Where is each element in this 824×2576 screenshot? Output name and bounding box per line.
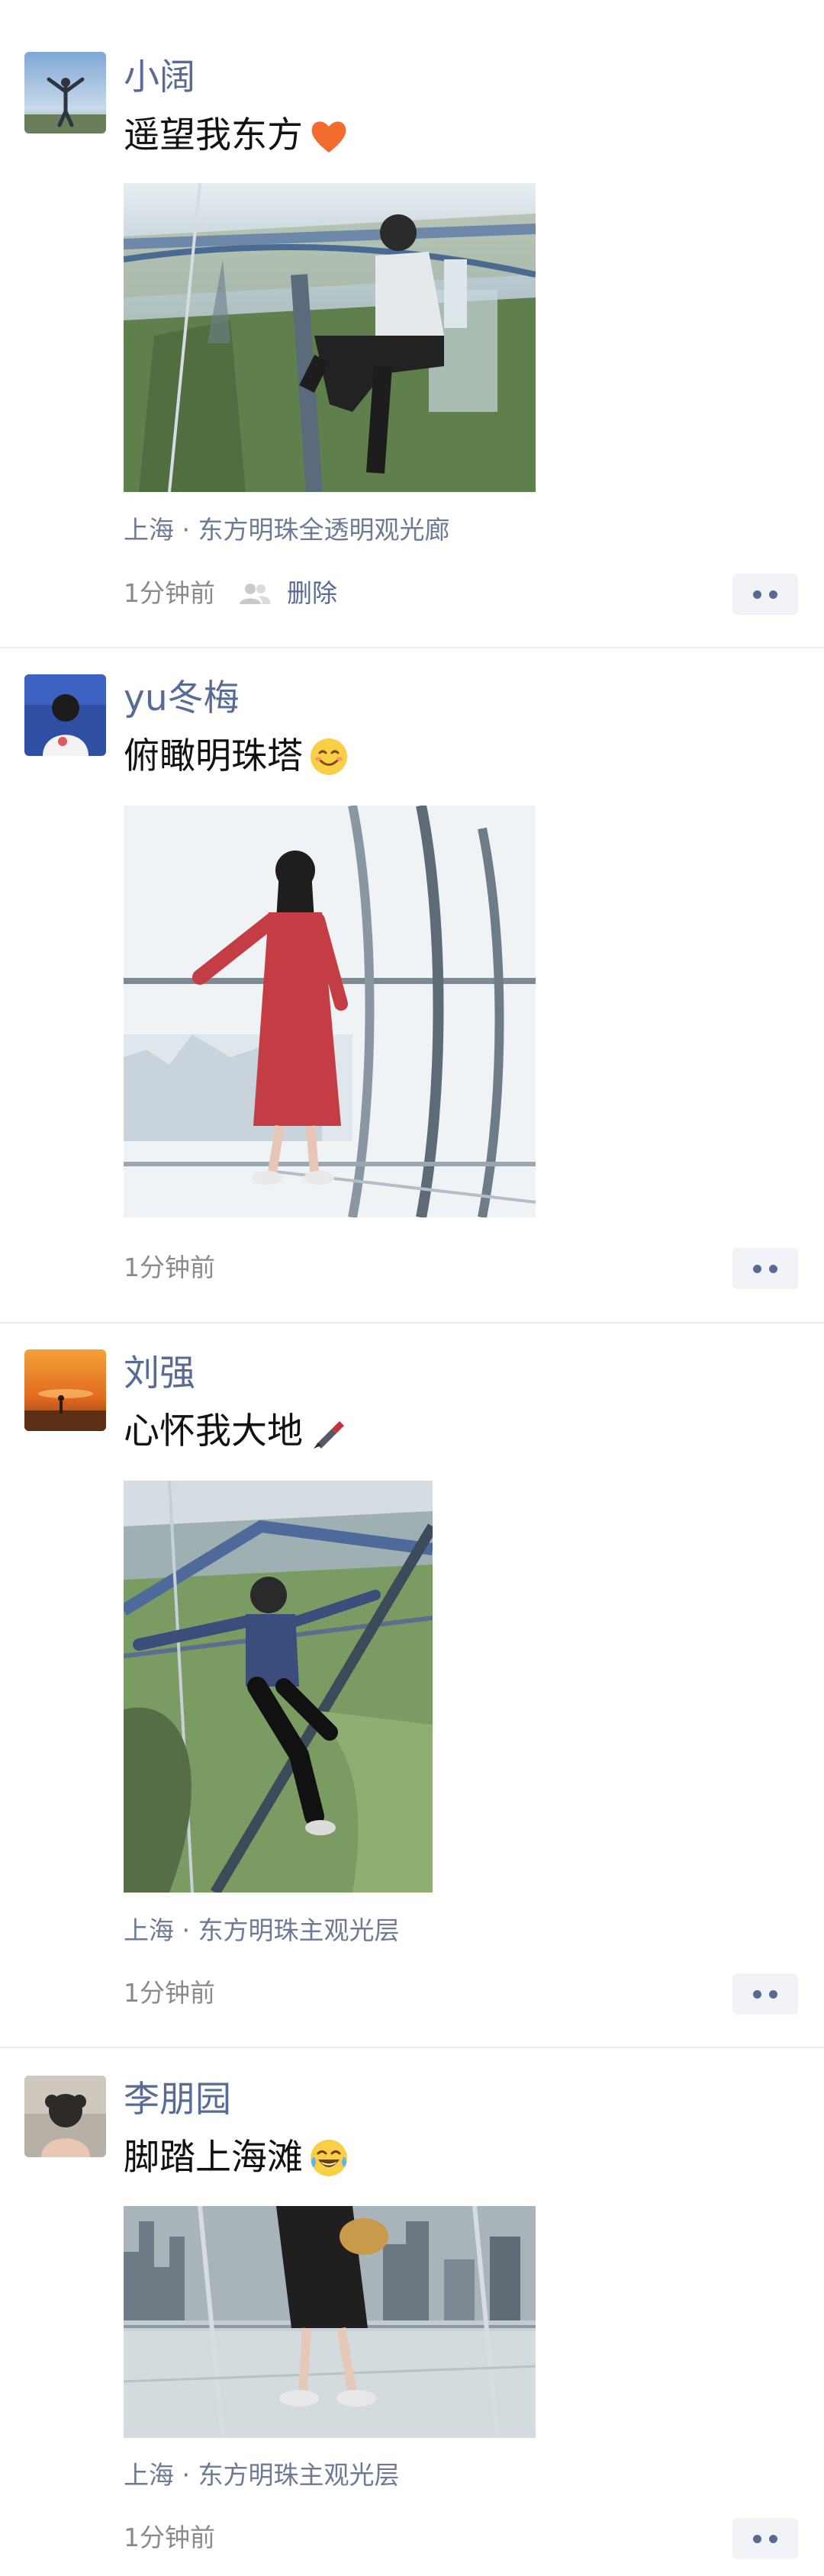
paintbrush-icon bbox=[307, 1410, 350, 1453]
post-caption: 心怀我大地 bbox=[124, 1409, 350, 1455]
caption-text: 脚踏上海滩 bbox=[124, 2137, 303, 2179]
dot bbox=[753, 2534, 761, 2543]
location-link[interactable]: 上海 · 东方明珠全透明观光廊 bbox=[124, 515, 449, 545]
caption-text: 遥望我东方 bbox=[124, 114, 303, 156]
post-time: 1分钟前 bbox=[124, 578, 215, 608]
avatar[interactable] bbox=[24, 1349, 106, 1431]
post-photo[interactable] bbox=[124, 183, 536, 492]
caption-text: 心怀我大地 bbox=[124, 1410, 303, 1452]
dot bbox=[753, 590, 761, 599]
moment-post: 刘强 心怀我大地 上海 · 东方明珠主观光层 1分钟前 bbox=[0, 1323, 824, 2048]
moment-post: 小阔 遥望我东方 上海 · 东方明珠全透明观光廊 1分钟前 删除 bbox=[0, 0, 824, 648]
more-actions-button[interactable] bbox=[732, 574, 798, 615]
dot bbox=[769, 1989, 777, 1999]
more-actions-button[interactable] bbox=[732, 1248, 798, 1289]
dot bbox=[753, 1989, 761, 1999]
smiling-face-icon bbox=[307, 735, 350, 778]
dot bbox=[753, 1264, 761, 1273]
username[interactable]: 李朋园 bbox=[124, 2077, 231, 2123]
post-meta: 1分钟前 bbox=[124, 1253, 215, 1283]
post-photo[interactable] bbox=[124, 1481, 433, 1893]
dot bbox=[769, 2534, 777, 2543]
avatar[interactable] bbox=[24, 52, 106, 133]
post-meta: 1分钟前 bbox=[124, 2523, 215, 2553]
post-time: 1分钟前 bbox=[124, 1253, 215, 1282]
friends-visibility-icon bbox=[238, 581, 272, 606]
post-caption: 遥望我东方 bbox=[124, 113, 350, 159]
post-photo[interactable] bbox=[124, 806, 536, 1217]
post-time: 1分钟前 bbox=[124, 2523, 215, 2552]
post-caption: 脚踏上海滩 bbox=[124, 2135, 350, 2181]
moments-feed: 小阔 遥望我东方 上海 · 东方明珠全透明观光廊 1分钟前 删除 yu冬梅 俯瞰… bbox=[0, 0, 824, 2576]
post-meta: 1分钟前 bbox=[124, 1978, 215, 2008]
dot bbox=[769, 1264, 777, 1273]
moment-post: 李朋园 脚踏上海滩 上海 · 东方明珠主观光层 1分钟前 bbox=[0, 2048, 824, 2576]
avatar[interactable] bbox=[24, 674, 106, 756]
orange-heart-icon bbox=[307, 114, 350, 157]
more-actions-button[interactable] bbox=[732, 2518, 798, 2559]
delete-link[interactable]: 删除 bbox=[287, 578, 337, 609]
more-actions-button[interactable] bbox=[732, 1973, 798, 2015]
post-caption: 俯瞰明珠塔 bbox=[124, 734, 350, 780]
username[interactable]: 小阔 bbox=[124, 55, 195, 101]
avatar[interactable] bbox=[24, 2076, 106, 2157]
post-photo[interactable] bbox=[124, 2206, 536, 2438]
location-link[interactable]: 上海 · 东方明珠主观光层 bbox=[124, 2460, 399, 2491]
location-link[interactable]: 上海 · 东方明珠主观光层 bbox=[124, 1915, 399, 1946]
dot bbox=[769, 590, 777, 599]
caption-text: 俯瞰明珠塔 bbox=[124, 735, 303, 777]
tears-of-joy-icon bbox=[307, 2137, 350, 2179]
post-meta: 1分钟前 删除 bbox=[124, 578, 337, 609]
post-time: 1分钟前 bbox=[124, 1978, 215, 2008]
username[interactable]: 刘强 bbox=[124, 1351, 195, 1397]
username[interactable]: yu冬梅 bbox=[124, 676, 240, 722]
moment-post: yu冬梅 俯瞰明珠塔 1分钟前 bbox=[0, 648, 824, 1323]
